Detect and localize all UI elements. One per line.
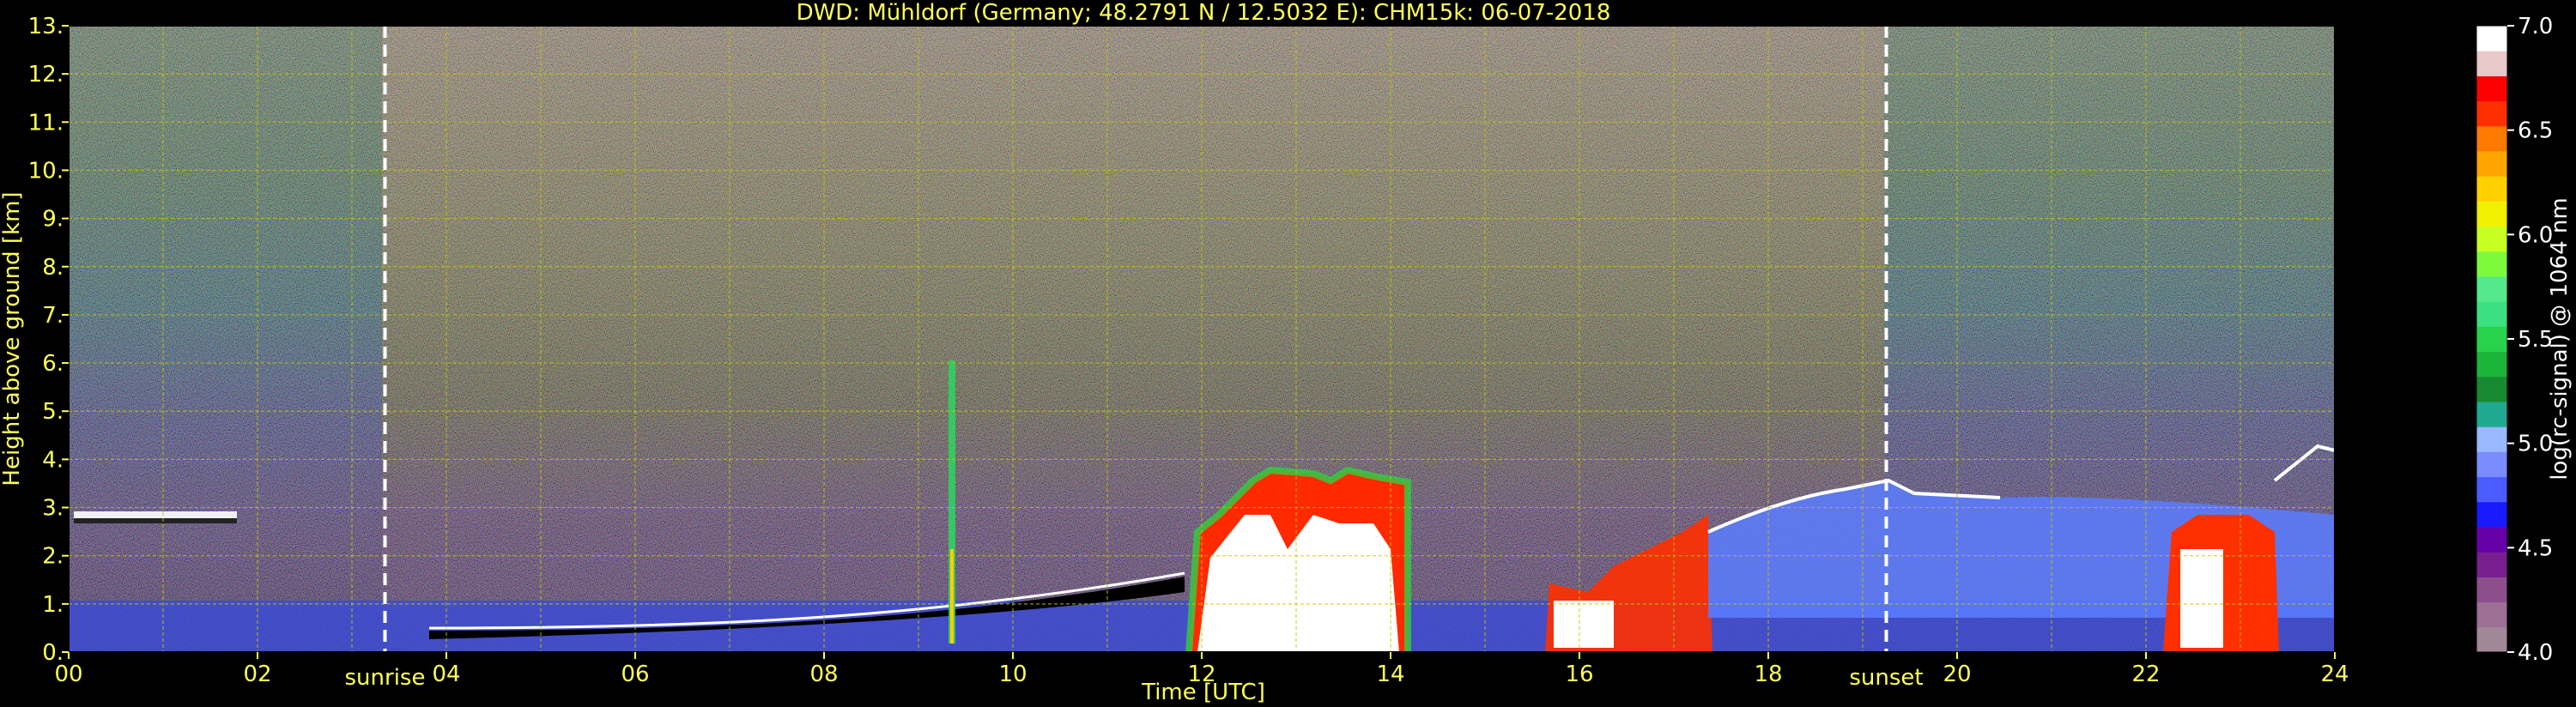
x-axis-label: Time [UTC] xyxy=(1141,680,1265,705)
colorbar-swatch xyxy=(2476,125,2507,152)
colorbar-swatch xyxy=(2476,201,2507,227)
colorbar-swatch xyxy=(2476,601,2507,628)
y-tick-label: 10. xyxy=(28,158,64,184)
colorbar-swatch xyxy=(2476,276,2507,302)
colorbar-swatches xyxy=(2476,26,2507,653)
convective-cloud-2230-core xyxy=(2180,549,2223,648)
colorbar-swatch xyxy=(2476,501,2507,528)
colorbar-label: log(rc-signal) @ 1064 nm xyxy=(2547,197,2573,480)
colorbar-swatch xyxy=(2476,577,2507,603)
sun-marker-label: sunrise xyxy=(345,665,426,691)
colorbar-swatch xyxy=(2476,326,2507,353)
sun-marker-label: sunset xyxy=(1849,665,1923,691)
y-axis-label: Height above ground [km] xyxy=(0,191,25,486)
x-tick-label: 08 xyxy=(809,662,838,687)
y-tick-label: 4. xyxy=(42,447,64,473)
colorbar: 4.04.55.05.56.06.57.0 log(rc-signal) @ 1… xyxy=(2476,14,2573,666)
colorbar-swatch xyxy=(2476,426,2507,452)
colorbar-swatch xyxy=(2476,251,2507,277)
colorbar-swatch xyxy=(2476,176,2507,202)
x-tick-label: 04 xyxy=(432,662,460,687)
y-axis-ticks: 0. 1. 2. 3. 4. 5. 6. 7. 8. 9. 10. 11. 12. 13. xyxy=(28,14,69,666)
colorbar-swatch xyxy=(2476,151,2507,177)
colorbar-swatch xyxy=(2476,376,2507,402)
colorbar-swatch xyxy=(2476,26,2507,51)
colorbar-swatch xyxy=(2476,552,2507,577)
y-tick-label: 2. xyxy=(42,544,64,570)
colorbar-tick-label: 7.0 xyxy=(2518,14,2553,39)
y-tick-label: 11. xyxy=(28,110,64,136)
y-tick-label: 8. xyxy=(42,255,64,281)
x-tick-label: 18 xyxy=(1754,662,1782,687)
cloud-16-17-core xyxy=(1554,601,1614,648)
colorbar-tick-label: 4.0 xyxy=(2518,640,2553,666)
colorbar-swatch xyxy=(2476,226,2507,252)
colorbar-swatch xyxy=(2476,527,2507,553)
colorbar-swatch xyxy=(2476,402,2507,427)
plot-area xyxy=(68,25,2336,653)
y-tick-label: 3. xyxy=(42,496,64,522)
colorbar-tick-label: 6.5 xyxy=(2518,118,2553,144)
y-tick-label: 1. xyxy=(42,592,64,618)
colorbar-swatch xyxy=(2476,476,2507,503)
y-tick-label: 12. xyxy=(28,62,64,88)
colorbar-tick-label: 4.5 xyxy=(2518,535,2553,561)
x-tick-label: 22 xyxy=(2131,662,2160,687)
colorbar-swatch xyxy=(2476,51,2507,76)
y-tick-label: 6. xyxy=(42,351,64,377)
colorbar-swatch xyxy=(2476,76,2507,102)
y-tick-label: 0. xyxy=(42,640,64,666)
x-tick-label: 06 xyxy=(621,662,649,687)
y-tick-label: 5. xyxy=(42,399,64,425)
colorbar-swatch xyxy=(2476,626,2507,653)
y-tick-label: 7. xyxy=(42,303,64,329)
colorbar-swatch xyxy=(2476,451,2507,478)
plume-0930-core xyxy=(950,549,954,644)
x-tick-label: 02 xyxy=(243,662,271,687)
x-tick-label: 24 xyxy=(2320,662,2349,687)
colorbar-swatch xyxy=(2476,301,2507,327)
x-tick-label: 20 xyxy=(1943,662,1971,687)
early-cloud-layer xyxy=(74,511,237,518)
lidar-figure: 00 02 04 06 08 10 12 14 16 18 20 22 24sunrise sunset … xyxy=(0,0,2573,705)
y-tick-label: 9. xyxy=(42,207,64,233)
colorbar-swatch xyxy=(2476,100,2507,127)
x-tick-label: 16 xyxy=(1565,662,1593,687)
early-cloud-shadow xyxy=(74,518,237,523)
colorbar-swatch xyxy=(2476,351,2507,378)
y-tick-label: 13. xyxy=(28,14,64,39)
x-tick-label: 14 xyxy=(1376,662,1404,687)
x-tick-label: 10 xyxy=(998,662,1027,687)
chart-title: DWD: Mühldorf (Germany; 48.2791 N / 12.5… xyxy=(797,0,1611,26)
